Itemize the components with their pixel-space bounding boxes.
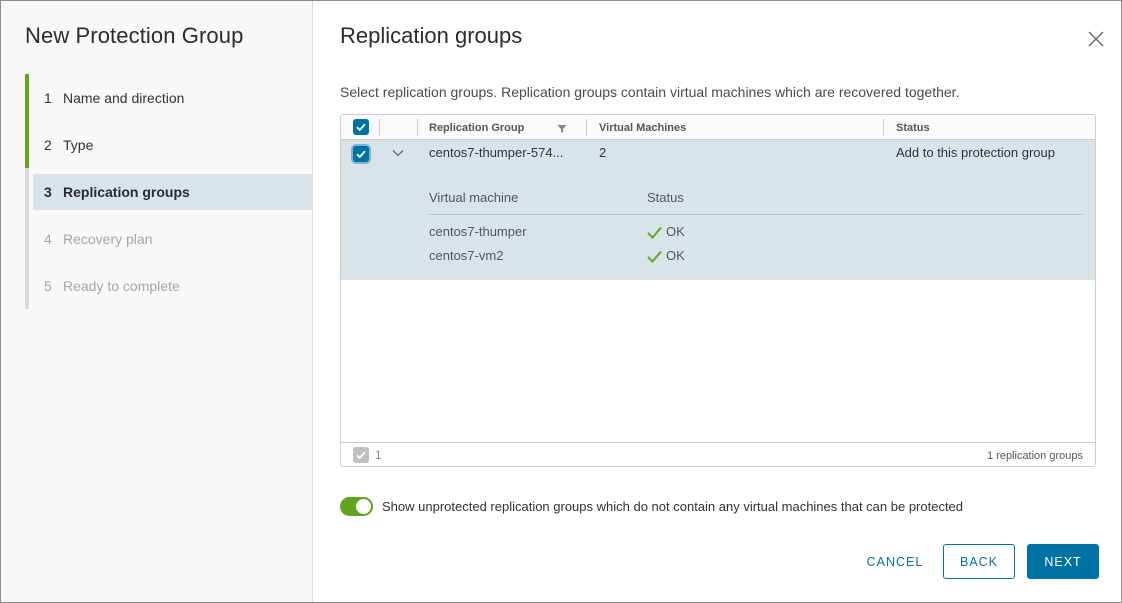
close-icon[interactable] [1084, 27, 1108, 51]
column-header-virtual-machines[interactable]: Virtual Machines [599, 122, 686, 134]
step-ready-to-complete: 5 Ready to complete [25, 262, 312, 309]
footer-selection-checkbox [353, 447, 369, 463]
step-progress-bar [25, 262, 29, 309]
detail-vm-name: centos7-thumper [429, 224, 527, 239]
selected-count: 1 [375, 448, 382, 462]
step-number: 1 [44, 89, 52, 106]
detail-header-status: Status [647, 190, 684, 205]
filter-icon[interactable] [557, 124, 567, 134]
virtual-machines-count: 2 [599, 145, 607, 160]
replication-groups-grid: Replication Group Virtual Machines Statu… [340, 114, 1096, 467]
checkmark-icon [647, 250, 662, 263]
wizard-steps: 1 Name and direction 2 Type 3 Replicatio… [25, 74, 312, 309]
toggle-label: Show unprotected replication groups whic… [382, 499, 964, 514]
step-label: Name and direction [63, 89, 185, 106]
page-title: Replication groups [340, 23, 523, 48]
back-button[interactable]: BACK [943, 544, 1015, 579]
step-label: Recovery plan [63, 230, 153, 247]
wizard-title: New Protection Group [25, 23, 244, 48]
row-status: Add to this protection group [896, 145, 1055, 160]
step-progress-bar [25, 215, 29, 262]
column-header-status[interactable]: Status [896, 122, 930, 134]
total-count-label: 1 replication groups [986, 450, 1083, 462]
step-number: 5 [44, 277, 52, 294]
detail-vm-status: OK [666, 248, 685, 263]
toggle-knob [356, 499, 371, 514]
new-protection-group-dialog: New Protection Group 1 Name and directio… [0, 0, 1122, 603]
row-select-checkbox[interactable] [353, 146, 369, 162]
step-recovery-plan: 4 Recovery plan [25, 215, 312, 262]
step-number: 2 [44, 136, 52, 153]
step-label: Ready to complete [63, 277, 180, 294]
step-label: Replication groups [63, 183, 190, 200]
wizard-sidebar: New Protection Group 1 Name and directio… [1, 1, 313, 602]
column-separator [417, 119, 418, 136]
step-type[interactable]: 2 Type [25, 121, 312, 168]
chevron-down-icon[interactable] [391, 146, 405, 160]
table-row[interactable]: centos7-thumper-574... 2 Add to this pro… [341, 140, 1095, 280]
page-description: Select replication groups. Replication g… [340, 84, 960, 100]
step-replication-groups[interactable]: 3 Replication groups [25, 168, 312, 215]
step-progress-bar [25, 74, 29, 121]
step-progress-bar [25, 121, 29, 168]
checkmark-icon [647, 226, 662, 239]
cancel-button[interactable]: CANCEL [856, 544, 934, 579]
column-separator [379, 119, 380, 136]
grid-header: Replication Group Virtual Machines Statu… [341, 115, 1095, 140]
step-number: 3 [44, 183, 52, 200]
step-name-and-direction[interactable]: 1 Name and direction [25, 74, 312, 121]
column-separator [586, 119, 587, 136]
select-all-checkbox[interactable] [353, 119, 369, 135]
step-number: 4 [44, 230, 52, 247]
detail-header-virtual-machine: Virtual machine [429, 190, 519, 205]
next-button[interactable]: NEXT [1027, 544, 1099, 579]
detail-divider [429, 214, 1083, 215]
column-separator [883, 119, 884, 136]
step-progress-bar [25, 168, 29, 215]
replication-group-name: centos7-thumper-574... [429, 145, 564, 160]
detail-vm-status: OK [666, 224, 685, 239]
detail-vm-name: centos7-vm2 [429, 248, 504, 263]
grid-footer: 1 1 replication groups [341, 442, 1095, 466]
show-unprotected-toggle[interactable] [340, 497, 373, 516]
column-header-replication-group[interactable]: Replication Group [429, 122, 524, 134]
step-label: Type [63, 136, 94, 153]
